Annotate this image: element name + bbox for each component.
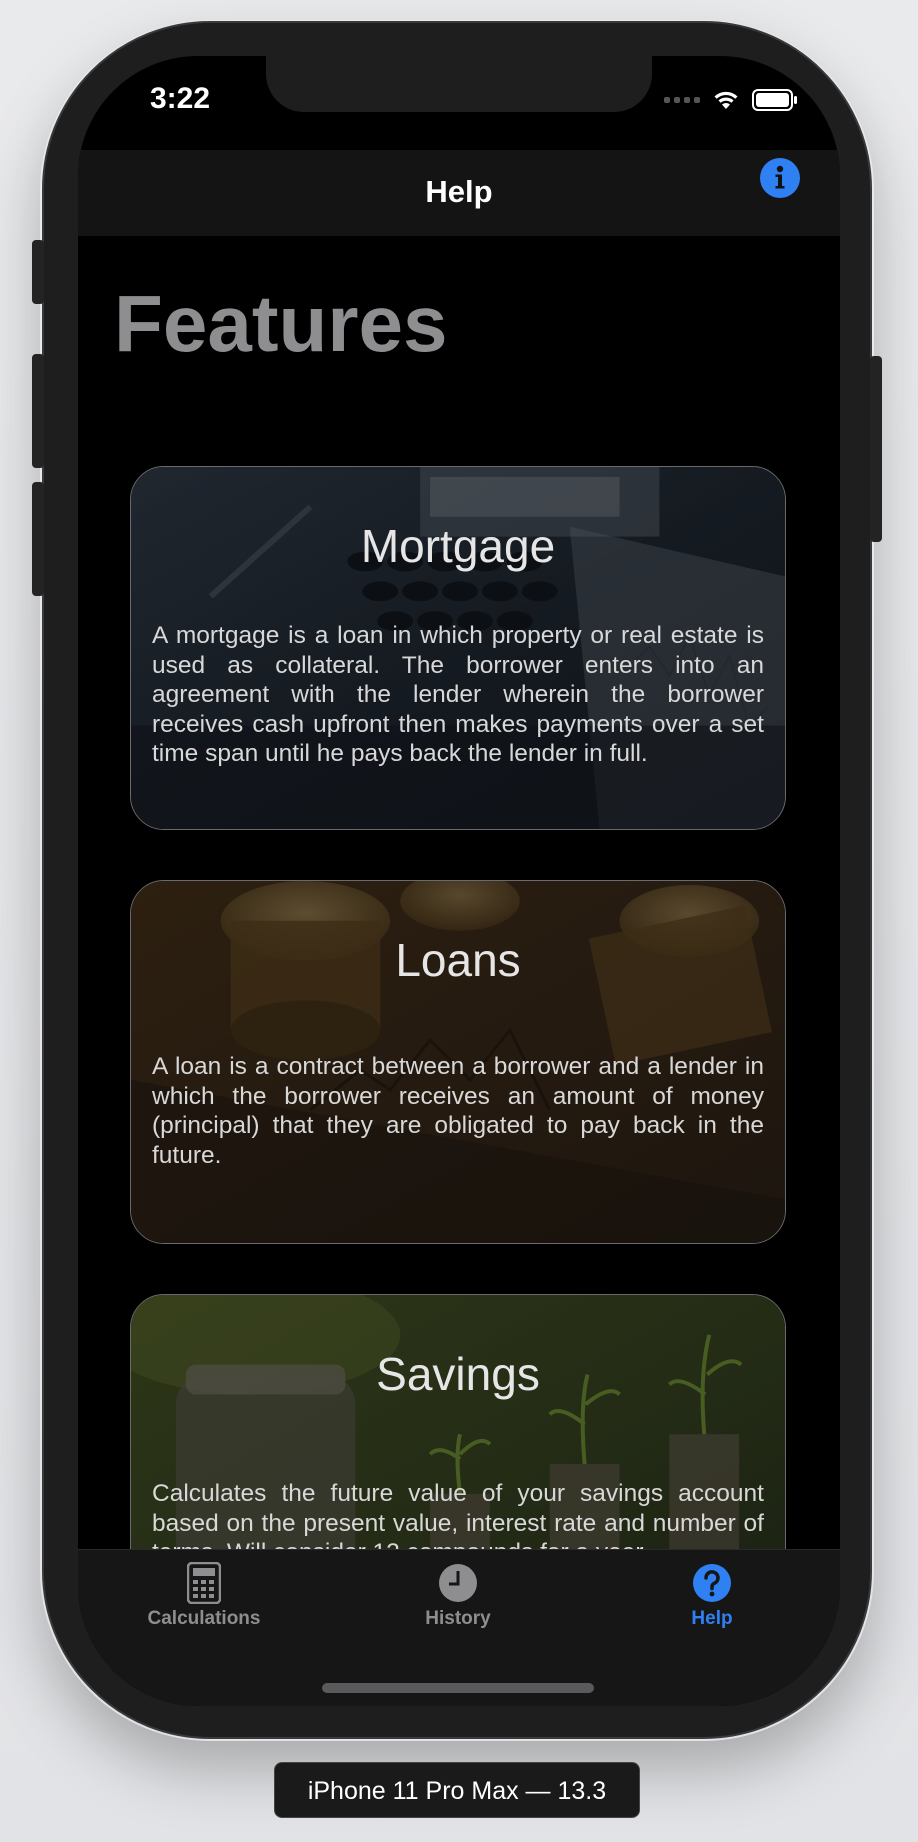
- card-title: Loans: [395, 934, 521, 986]
- info-button[interactable]: [760, 158, 800, 198]
- tab-label: Help: [691, 1608, 733, 1629]
- calculator-icon: [187, 1562, 221, 1604]
- loans-card[interactable]: Loans A loan is a contract between a bor…: [130, 880, 786, 1244]
- tab-label: History: [425, 1608, 491, 1629]
- card-description: A loan is a contract between a borrower …: [152, 1053, 764, 1169]
- notch: [266, 56, 652, 112]
- tab-history[interactable]: History: [358, 1562, 558, 1630]
- tab-help[interactable]: Help: [612, 1562, 812, 1630]
- page-title: Features: [114, 279, 448, 368]
- card-description: Calculates the future value of your savi…: [152, 1480, 764, 1549]
- power-button: [870, 356, 882, 542]
- card-title: Mortgage: [360, 520, 556, 572]
- card-title: Savings: [376, 1348, 540, 1400]
- mute-switch: [32, 240, 44, 304]
- clock-icon: [439, 1564, 477, 1602]
- simulator-device-label: iPhone 11 Pro Max — 13.3: [274, 1762, 640, 1818]
- card-description: A mortgage is a loan in which property o…: [152, 622, 764, 767]
- home-indicator[interactable]: [322, 1683, 594, 1693]
- status-time: 3:22: [150, 82, 211, 115]
- nav-title: Help: [425, 174, 493, 209]
- volume-down-button: [32, 482, 44, 596]
- status-icons: [664, 86, 798, 114]
- info-icon: [775, 165, 785, 189]
- savings-card[interactable]: Savings Calculates the future value of y…: [130, 1294, 786, 1549]
- tab-calculations[interactable]: Calculations: [104, 1562, 304, 1630]
- mortgage-card[interactable]: Mortgage A mortgage is a loan in which p…: [130, 466, 786, 830]
- phone-screen: 3:22 Help Features Mortgage A mortgage i…: [78, 56, 840, 1706]
- volume-up-button: [32, 354, 44, 468]
- scroll-content[interactable]: Features Mortgage A mortgage is a loan i…: [78, 236, 840, 1549]
- cellular-icon: [664, 97, 700, 103]
- battery-icon: [752, 89, 797, 111]
- wifi-icon: [714, 91, 738, 109]
- tab-label: Calculations: [147, 1608, 261, 1629]
- question-circle-icon: [693, 1564, 731, 1602]
- navigation-bar: Help: [78, 150, 840, 236]
